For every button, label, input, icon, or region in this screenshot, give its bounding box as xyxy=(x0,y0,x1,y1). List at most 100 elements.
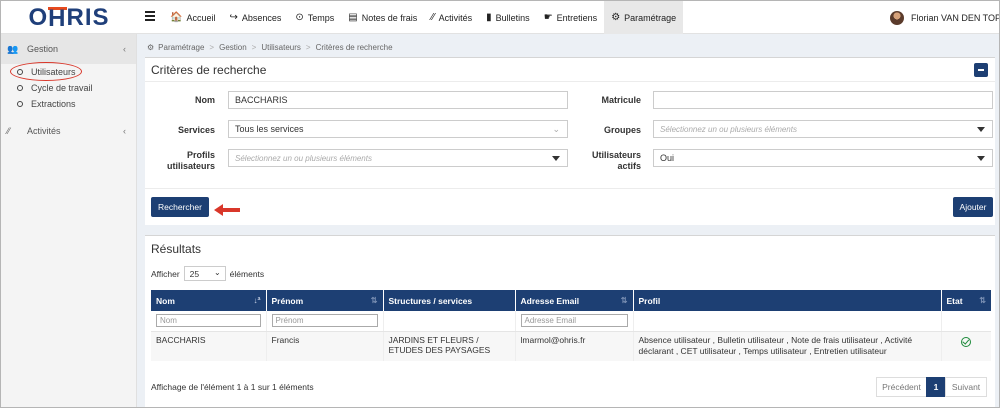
col-etat[interactable]: Etat ⇅ xyxy=(941,290,991,311)
nav-entretiens[interactable]: ☛ Entretiens xyxy=(537,1,605,34)
handshake-icon: ☛ xyxy=(543,12,553,23)
cell-profil: Absence utilisateur , Bulletin utilisate… xyxy=(633,331,942,361)
caret-down-icon xyxy=(977,156,985,161)
services-label: Services xyxy=(177,125,215,135)
cell-email: lmarmol@ohris.fr xyxy=(515,331,634,361)
main-content: ⚙ Paramétrage > Gestion > Utilisateurs >… xyxy=(137,34,999,407)
search-button[interactable]: Rechercher xyxy=(151,197,209,217)
breadcrumb-parametrage[interactable]: Paramétrage xyxy=(158,43,204,52)
chevron-down-icon: ⌄ xyxy=(213,268,221,277)
home-icon: 🏠 xyxy=(170,12,183,23)
collapse-button[interactable] xyxy=(974,63,988,77)
caret-down-icon xyxy=(552,156,560,161)
breadcrumb-gestion[interactable]: Gestion xyxy=(219,43,247,52)
line-chart-icon: ⁄⁄ xyxy=(7,126,11,136)
filter-email-input[interactable]: Adresse Email xyxy=(520,314,628,327)
sidebar-group-activites[interactable]: ⁄⁄ Activités ‹ xyxy=(1,116,136,146)
cell-prenom: Francis xyxy=(266,331,384,361)
pagination: Précédent 1 Suivant xyxy=(876,377,987,397)
user-menu[interactable]: Florian VAN DEN TOP xyxy=(889,1,1000,34)
actifs-label: Utilisateurs actifs xyxy=(591,150,641,171)
ohris-logo[interactable]: O H RIS xyxy=(1,1,137,34)
top-navbar: O H RIS 🏠 Accueil ↪ Absences ⊙ Temps ▤ Notes d… xyxy=(1,1,1000,34)
circle-icon xyxy=(17,85,23,91)
groupes-select[interactable]: Sélectionnez un ou plusieurs éléments xyxy=(653,120,993,138)
search-panel-title: Critères de recherche xyxy=(145,58,995,82)
page-size-control: Afficher 25 ⌄ éléments xyxy=(151,266,264,281)
sidebar-item-cycle-de-travail[interactable]: Cycle de travail xyxy=(1,80,136,96)
nav-notes-de-frais[interactable]: ▤ Notes de frais xyxy=(341,1,424,34)
user-name: Florian VAN DEN TOP xyxy=(910,12,1000,23)
actifs-select[interactable]: Oui xyxy=(653,149,993,167)
results-table: Nom ↓ª Prénom ⇅ Structures / services Adre… xyxy=(151,290,991,361)
sort-icon: ⇅ xyxy=(620,296,628,305)
caret-down-icon xyxy=(977,127,985,132)
results-panel: Résultats Afficher 25 ⌄ éléments Nom ↓ª P… xyxy=(145,235,995,407)
gear-icon: ⚙ xyxy=(147,43,155,52)
exit-arrow-icon: ↪ xyxy=(229,12,238,23)
col-nom[interactable]: Nom ↓ª xyxy=(151,290,267,311)
app-window: O H RIS 🏠 Accueil ↪ Absences ⊙ Temps ▤ Notes d… xyxy=(0,0,1000,408)
services-select[interactable]: Tous les services ⌄ xyxy=(228,120,568,138)
nom-input[interactable]: BACCHARIS xyxy=(228,91,568,109)
chevron-down-icon: ⌄ xyxy=(552,124,560,134)
search-panel: Critères de recherche Nom BACCHARIS Matr… xyxy=(145,57,995,225)
results-title: Résultats xyxy=(151,242,202,256)
col-prenom[interactable]: Prénom ⇅ xyxy=(266,290,384,311)
circle-icon xyxy=(17,69,23,75)
clock-icon: ⊙ xyxy=(295,12,304,23)
users-icon: 👥 xyxy=(7,43,19,54)
chevron-left-icon: ‹ xyxy=(123,44,126,54)
document-icon: ▮ xyxy=(486,12,492,23)
groupes-label: Groupes xyxy=(603,125,641,135)
page-1-button[interactable]: 1 xyxy=(926,377,946,397)
filter-prenom-input[interactable]: Prénom xyxy=(271,314,378,327)
sort-icon: ⇅ xyxy=(979,296,986,305)
col-email[interactable]: Adresse Email ⇅ xyxy=(515,290,634,311)
sort-icon: ⇅ xyxy=(370,296,378,305)
cell-etat xyxy=(941,331,991,361)
nom-label: Nom xyxy=(195,95,215,105)
results-summary: Affichage de l'élément 1 à 1 sur 1 éléme… xyxy=(151,382,314,392)
circle-icon xyxy=(17,101,23,107)
sidebar-item-utilisateurs[interactable]: Utilisateurs xyxy=(1,62,136,81)
filter-row: Nom Prénom Adresse Email xyxy=(151,311,991,332)
divider xyxy=(145,188,995,189)
receipt-icon: ▤ xyxy=(348,12,358,23)
profils-label: Profils utilisateurs xyxy=(166,150,215,171)
breadcrumb-criteres: Critères de recherche xyxy=(315,43,393,52)
nav-bulletins[interactable]: ▮ Bulletins xyxy=(479,1,537,34)
profils-select[interactable]: Sélectionnez un ou plusieurs éléments xyxy=(228,149,568,167)
col-profil: Profil xyxy=(633,290,942,311)
menu-toggle-icon[interactable] xyxy=(145,11,155,23)
nav-activites[interactable]: ⁄⁄ Activités xyxy=(424,1,479,34)
matricule-label: Matricule xyxy=(601,95,641,105)
add-button[interactable]: Ajouter xyxy=(953,197,993,217)
sidebar-item-extractions[interactable]: Extractions xyxy=(1,96,136,112)
nav-accueil[interactable]: 🏠 Accueil xyxy=(163,1,222,34)
cell-structure: JARDINS ET FLEURS / ETUDES DES PAYSAGES xyxy=(383,331,516,361)
breadcrumb: ⚙ Paramétrage > Gestion > Utilisateurs >… xyxy=(147,43,393,52)
avatar xyxy=(889,10,904,25)
line-chart-icon: ⁄⁄ xyxy=(431,12,435,23)
cell-nom: BACCHARIS xyxy=(151,331,267,361)
nav-absences[interactable]: ↪ Absences xyxy=(222,1,288,34)
page-size-select[interactable]: 25 ⌄ xyxy=(183,266,226,281)
sort-asc-icon: ↓ª xyxy=(253,296,261,305)
chevron-left-icon: ‹ xyxy=(123,126,126,136)
gear-icon: ⚙ xyxy=(611,12,621,23)
breadcrumb-utilisateurs[interactable]: Utilisateurs xyxy=(261,43,301,52)
next-page-button[interactable]: Suivant xyxy=(945,377,987,397)
filter-nom-input[interactable]: Nom xyxy=(156,314,261,327)
sidebar: 👥 Gestion ‹ Utilisateurs Cycle de travai… xyxy=(1,34,137,407)
table-row[interactable]: BACCHARIS Francis JARDINS ET FLEURS / ETU… xyxy=(151,331,991,361)
annotation-arrow-icon xyxy=(214,204,240,216)
nav-parametrage[interactable]: ⚙ Paramétrage xyxy=(604,1,684,34)
main-nav: 🏠 Accueil ↪ Absences ⊙ Temps ▤ Notes de frai… xyxy=(163,1,684,34)
prev-page-button[interactable]: Précédent xyxy=(876,377,927,397)
nav-temps[interactable]: ⊙ Temps xyxy=(288,1,341,34)
sidebar-group-gestion[interactable]: 👥 Gestion ‹ xyxy=(1,34,136,64)
check-circle-icon xyxy=(961,336,972,347)
col-structures: Structures / services xyxy=(383,290,516,311)
matricule-input[interactable] xyxy=(653,91,993,109)
